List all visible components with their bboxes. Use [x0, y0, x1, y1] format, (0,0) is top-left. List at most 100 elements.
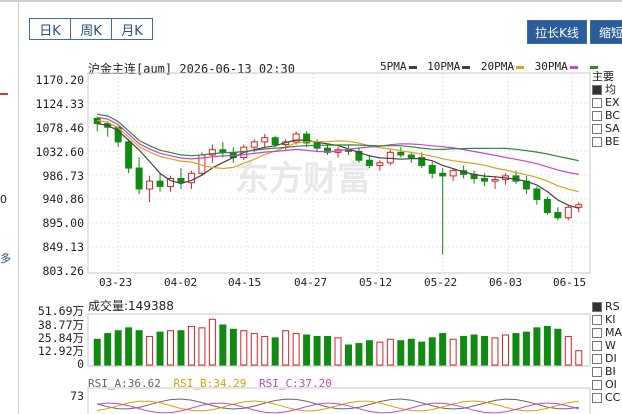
volume-bar	[261, 335, 269, 366]
sub-indicator-option[interactable]: W	[592, 339, 622, 352]
volume-bar	[156, 331, 164, 366]
sub-indicator-option[interactable]: MA	[592, 326, 622, 339]
volume-bar	[292, 333, 300, 366]
candle-body	[543, 198, 551, 214]
candle-body	[376, 162, 384, 166]
candle-body	[428, 164, 436, 174]
checkbox-icon[interactable]	[592, 380, 602, 390]
volume-bar	[313, 335, 321, 366]
indicator-option[interactable]: SA	[592, 122, 622, 135]
volume-bar	[229, 328, 237, 366]
sub-indicator-option[interactable]: RS	[592, 300, 622, 313]
volume-bar	[512, 333, 520, 366]
sub-indicator-option[interactable]: KI	[592, 313, 622, 326]
volume-bar	[208, 318, 216, 366]
indicator-panel: 主要 均 EX BC SA BE RS KI MA W DI BI OI CC	[592, 70, 622, 404]
sub-indicator-option[interactable]: DI	[592, 352, 622, 365]
indicator-option[interactable]: BC	[592, 109, 622, 122]
candle-body	[575, 204, 583, 208]
candle-body	[397, 151, 405, 156]
watermark-logo: 东方财富	[235, 159, 371, 199]
volume-bar	[177, 330, 185, 366]
volume-bar	[575, 350, 583, 366]
volume-bar	[564, 335, 572, 366]
volume-bar	[324, 335, 332, 366]
candle-body	[135, 167, 143, 190]
candle-body	[439, 172, 447, 177]
candle-body	[177, 178, 185, 184]
checkbox-icon[interactable]	[592, 111, 602, 121]
checkbox-icon[interactable]	[592, 315, 602, 325]
candle-body	[125, 141, 133, 169]
rsi-axis-top: 73	[70, 389, 84, 403]
volume-bar	[135, 330, 143, 366]
checkbox-icon[interactable]	[592, 302, 602, 312]
candle-body	[491, 179, 499, 182]
candle-body	[449, 170, 457, 177]
volume-bar	[449, 338, 457, 366]
checkbox-icon[interactable]	[592, 137, 602, 147]
volume-bar	[376, 341, 384, 366]
indicator-option[interactable]: EX	[592, 96, 622, 109]
volume-bar	[407, 338, 415, 366]
indicator-option[interactable]: BE	[592, 135, 622, 148]
candle-body	[386, 151, 394, 164]
volume-bar	[543, 325, 551, 366]
checkbox-icon[interactable]	[592, 367, 602, 377]
volume-bar	[219, 324, 227, 366]
rsi-a-label: RSI_A:36.62	[88, 377, 161, 390]
volume-bar	[282, 330, 290, 366]
volume-bar	[386, 338, 394, 366]
volume-bar	[334, 337, 342, 366]
rsi-c-label: RSI_C:37.20	[258, 377, 332, 390]
volume-bar	[501, 334, 509, 366]
volume-bar	[428, 337, 436, 366]
volume-bar	[167, 330, 175, 366]
volume-bar	[303, 334, 311, 366]
candle-body	[156, 180, 164, 187]
volume-bar	[240, 330, 248, 366]
volume-bar	[491, 337, 499, 366]
volume-bar	[104, 333, 112, 366]
candle-body	[146, 180, 154, 190]
sub-indicator-option[interactable]: OI	[592, 378, 622, 391]
volume-bar	[460, 335, 468, 366]
candle-body	[481, 178, 489, 182]
volume-bar	[481, 335, 489, 366]
checkbox-icon[interactable]	[592, 393, 602, 403]
candle-body	[564, 206, 572, 219]
candle-body	[219, 149, 227, 153]
checkbox-icon[interactable]	[592, 124, 602, 134]
volume-bar	[250, 333, 258, 366]
kline-chart[interactable]: 东方财富	[0, 0, 622, 414]
rsi-line	[97, 400, 579, 412]
candle-body	[554, 212, 562, 219]
candle-body	[533, 188, 541, 200]
candle-body	[365, 159, 373, 166]
volume-bar	[418, 341, 426, 366]
volume-bar	[271, 337, 279, 366]
volume-title: 成交量:149388	[88, 299, 174, 313]
rsi-lines	[97, 398, 579, 414]
volume-bar	[114, 330, 122, 366]
checkbox-icon[interactable]	[592, 98, 602, 108]
checkbox-icon[interactable]	[592, 354, 602, 364]
sub-indicator-option[interactable]: CC	[592, 391, 622, 404]
volume-bar	[198, 327, 206, 366]
checkbox-icon[interactable]	[592, 341, 602, 351]
rsi-legend: RSI_A:36.62 RSI_B:34.29 RSI_C:37.20	[88, 377, 332, 390]
volume-bar	[365, 340, 373, 366]
sub-indicator-option[interactable]: BI	[592, 365, 622, 378]
volume-bar	[533, 327, 541, 366]
checkbox-icon[interactable]	[592, 85, 602, 95]
volume-bar	[470, 334, 478, 366]
candle-body	[261, 137, 269, 143]
checkbox-icon[interactable]	[592, 328, 602, 338]
volume-bars	[93, 318, 583, 366]
volume-bar	[522, 331, 530, 366]
volume-bar	[344, 344, 352, 366]
indicator-option[interactable]: 均	[592, 83, 622, 96]
candle-body	[250, 141, 258, 148]
volume-bar	[439, 333, 447, 366]
volume-bar	[125, 327, 133, 366]
